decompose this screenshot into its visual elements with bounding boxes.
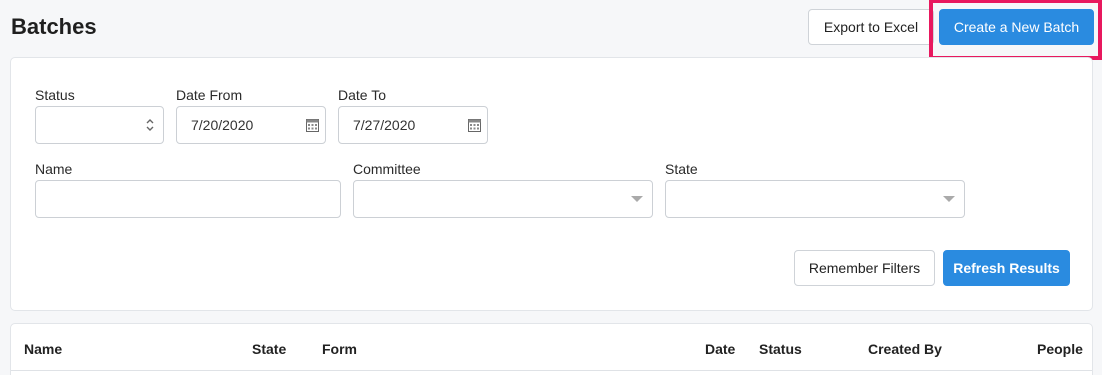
date-to-label: Date To — [338, 87, 386, 103]
table-header-divider — [11, 370, 1092, 371]
filters-panel: Status Date From Date To 7/20/2020 7/27/… — [10, 57, 1093, 311]
state-label: State — [665, 161, 698, 177]
page-title: Batches — [11, 14, 97, 39]
export-to-excel-button[interactable]: Export to Excel — [808, 9, 934, 45]
column-header-people[interactable]: People — [1037, 341, 1083, 357]
remember-filters-button[interactable]: Remember Filters — [794, 250, 935, 286]
caret-down-icon — [934, 195, 964, 203]
committee-label: Committee — [353, 161, 421, 177]
date-from-input[interactable]: 7/20/2020 — [176, 106, 326, 144]
column-header-date[interactable]: Date — [705, 341, 735, 357]
column-header-name[interactable]: Name — [24, 341, 62, 357]
state-dropdown[interactable] — [665, 180, 965, 218]
committee-dropdown[interactable] — [353, 180, 653, 218]
date-from-label: Date From — [176, 87, 243, 103]
date-to-input[interactable]: 7/27/2020 — [338, 106, 488, 144]
column-header-form[interactable]: Form — [322, 341, 357, 357]
column-header-status[interactable]: Status — [759, 341, 802, 357]
column-header-created-by[interactable]: Created By — [868, 341, 942, 357]
date-to-value: 7/27/2020 — [353, 117, 416, 133]
batches-table: Name State Form Date Status Created By P… — [10, 323, 1093, 375]
calendar-icon[interactable] — [461, 118, 487, 132]
column-header-state[interactable]: State — [252, 341, 286, 357]
caret-down-icon — [622, 195, 652, 203]
name-label: Name — [35, 161, 73, 177]
create-new-batch-button[interactable]: Create a New Batch — [939, 9, 1094, 45]
up-down-chevron-icon — [137, 118, 163, 132]
name-input[interactable] — [35, 180, 341, 218]
status-label: Status — [35, 87, 75, 103]
calendar-icon[interactable] — [299, 118, 325, 132]
refresh-results-button[interactable]: Refresh Results — [943, 250, 1070, 286]
date-from-value: 7/20/2020 — [191, 117, 254, 133]
status-select[interactable] — [35, 106, 164, 144]
